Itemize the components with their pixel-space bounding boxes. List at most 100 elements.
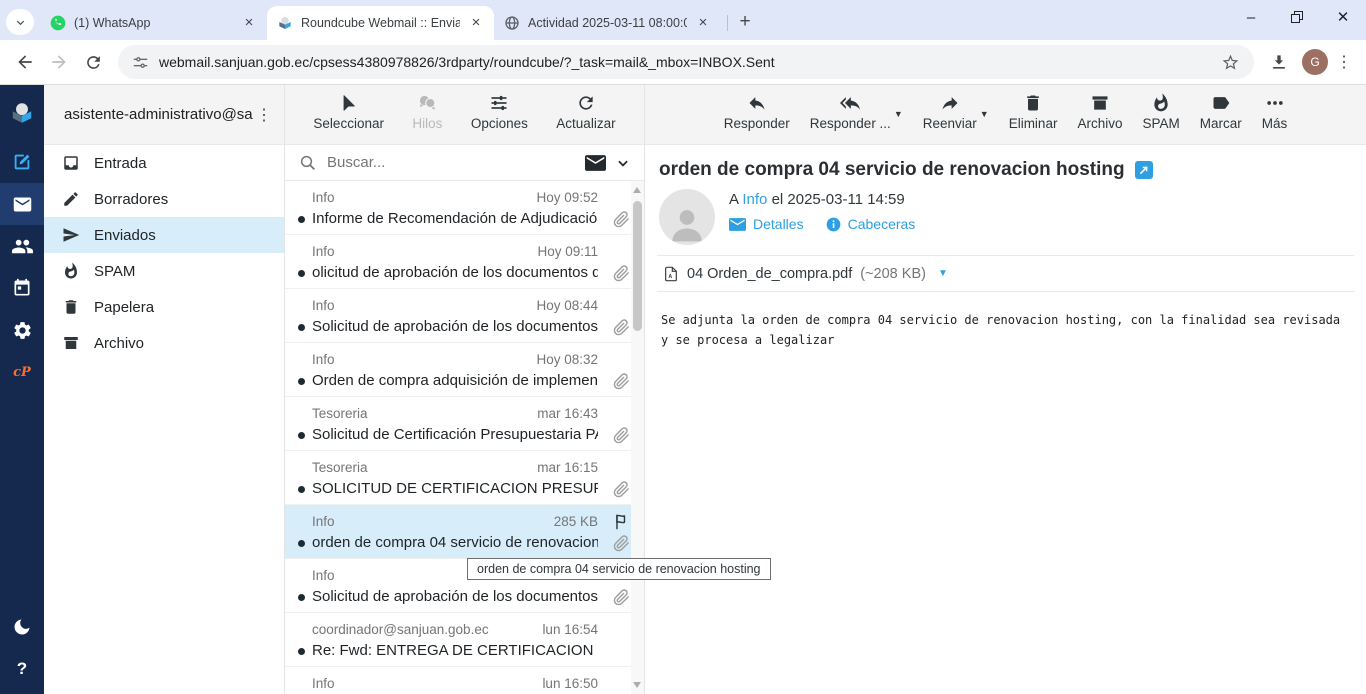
message-row[interactable]: Info Hoy 09:11 olicitud de aprobación de…	[285, 235, 644, 289]
archive-icon	[1092, 96, 1108, 110]
select-button[interactable]: Seleccionar	[313, 93, 384, 131]
details-toggle[interactable]: Detalles	[729, 216, 804, 232]
profile-avatar[interactable]: G	[1302, 49, 1328, 75]
browser-tab-actividad[interactable]: Actividad 2025-03-11 08:00:00 ×	[494, 6, 728, 40]
reply-icon	[749, 97, 765, 110]
tab-close-icon[interactable]: ×	[695, 15, 711, 31]
browser-tab-roundcube[interactable]: Roundcube Webmail :: Enviados ×	[267, 6, 494, 40]
fire-icon	[1154, 93, 1168, 112]
message-row[interactable]: Info 285 KB orden de compra 04 servicio …	[285, 505, 644, 559]
restore-button[interactable]	[1274, 0, 1320, 34]
archive-icon	[64, 337, 78, 349]
recipient-link[interactable]: Info	[742, 191, 767, 208]
tab-close-icon[interactable]: ×	[241, 15, 257, 31]
roundcube-logo	[0, 85, 44, 141]
message-date: lun 16:54	[542, 622, 598, 637]
downloads-button[interactable]	[1262, 45, 1296, 79]
browser-tabstrip: (1) WhatsApp × Roundcube Webmail :: Envi…	[0, 0, 1366, 40]
message-row[interactable]: Tesoreria mar 16:43 Solicitud de Certifi…	[285, 397, 644, 451]
message-row[interactable]: coordinador@sanjuan.gob.ec lun 16:54 Re:…	[285, 613, 644, 667]
options-button[interactable]: Opciones	[471, 93, 528, 131]
rail-item-settings[interactable]	[0, 309, 44, 351]
archive-button[interactable]: Archivo	[1077, 93, 1122, 131]
mark-button[interactable]: Marcar	[1200, 93, 1242, 131]
pdf-file-icon: A	[665, 266, 677, 281]
envelope-icon	[729, 217, 746, 231]
forward-dropdown-icon[interactable]: ▼	[980, 109, 989, 119]
folder-item-spam[interactable]: SPAM	[44, 253, 284, 289]
flag-icon[interactable]	[613, 512, 632, 531]
refresh-icon	[579, 96, 593, 110]
delete-button[interactable]: Eliminar	[1009, 93, 1057, 131]
reply-all-dropdown-icon[interactable]: ▼	[894, 109, 903, 119]
scrollbar-thumb[interactable]	[633, 201, 642, 331]
threads-button[interactable]: Hilos	[412, 93, 442, 131]
app-rail: cP ?	[0, 85, 44, 694]
reload-button[interactable]	[76, 45, 110, 79]
calendar-icon	[14, 278, 30, 296]
attachment-icon	[613, 427, 629, 444]
message-row[interactable]: Info lun 16:50	[285, 667, 644, 694]
dark-mode-toggle[interactable]	[0, 606, 44, 648]
open-in-new-window-button[interactable]	[1134, 161, 1153, 179]
new-tab-button[interactable]: +	[731, 8, 759, 36]
folder-item-enviados[interactable]: Enviados	[44, 217, 284, 253]
refresh-button[interactable]: Actualizar	[556, 93, 616, 131]
minimize-button[interactable]: –	[1228, 0, 1274, 34]
spam-button[interactable]: SPAM	[1142, 93, 1180, 131]
message-sender: coordinador@sanjuan.gob.ec	[312, 622, 489, 637]
search-input[interactable]	[327, 154, 575, 171]
rail-item-contacts[interactable]	[0, 225, 44, 267]
pencil-icon	[64, 192, 78, 206]
rail-item-calendar[interactable]	[0, 267, 44, 309]
reply-all-button[interactable]: Responder ...	[810, 93, 891, 131]
message-row[interactable]: Info Hoy 09:52 Informe de Recomendación …	[285, 181, 644, 235]
message-row[interactable]: Tesoreria mar 16:15 SOLICITUD DE CERTIFI…	[285, 451, 644, 505]
message-subject: olicitud de aprobación de los documentos…	[312, 264, 598, 281]
bookmark-star-icon[interactable]	[1221, 53, 1240, 72]
help-button[interactable]: ?	[0, 648, 44, 690]
attachment-dropdown-icon[interactable]: ▼	[938, 268, 948, 279]
select-label: Seleccionar	[313, 116, 384, 131]
attachment-icon	[613, 589, 629, 606]
scroll-up-icon[interactable]	[633, 187, 641, 193]
tab-search-button[interactable]	[6, 9, 34, 35]
inbox-icon	[64, 156, 78, 170]
scroll-down-icon[interactable]	[633, 682, 641, 688]
forward-button[interactable]: Reenviar	[923, 93, 977, 131]
back-button[interactable]	[8, 45, 42, 79]
folder-item-papelera[interactable]: Papelera	[44, 289, 284, 325]
attachment-bar[interactable]: A 04 Orden_de_compra.pdf (~208 KB) ▼	[657, 255, 1354, 292]
compose-button[interactable]	[0, 141, 44, 183]
folder-label: Papelera	[94, 298, 155, 316]
browser-tab-whatsapp[interactable]: (1) WhatsApp ×	[40, 6, 274, 40]
list-scrollbar[interactable]	[631, 181, 644, 694]
folder-item-entrada[interactable]: Entrada	[44, 145, 284, 181]
message-date: Hoy 09:52	[536, 190, 598, 205]
account-menu-button[interactable]: ⋮	[254, 105, 274, 125]
headers-toggle[interactable]: Cabeceras	[826, 216, 915, 232]
reply-button[interactable]: Responder	[724, 93, 790, 131]
message-row[interactable]: Info Hoy 08:32 Orden de compra adquisici…	[285, 343, 644, 397]
folders-column: asistente-administrativo@sa... ⋮ Entrada…	[44, 85, 285, 694]
search-options-chevron-icon[interactable]	[616, 156, 630, 170]
tab-close-icon[interactable]: ×	[468, 15, 484, 31]
search-scope-mail-icon[interactable]	[585, 154, 606, 171]
message-sender: Info	[312, 244, 335, 259]
rail-item-cpanel[interactable]: cP	[0, 351, 44, 393]
more-button[interactable]: Más	[1262, 93, 1287, 131]
address-bar[interactable]: webmail.sanjuan.gob.ec/cpsess4380978826/…	[118, 45, 1254, 79]
archive-label: Archivo	[1077, 116, 1123, 131]
contacts-icon	[11, 239, 33, 253]
rail-item-mail[interactable]	[0, 183, 44, 225]
attachment-name[interactable]: 04 Orden_de_compra.pdf	[687, 266, 852, 282]
message-row[interactable]: Info Hoy 08:44 Solicitud de aprobación d…	[285, 289, 644, 343]
subject-tooltip: orden de compra 04 servicio de renovacio…	[467, 558, 771, 580]
options-label: Opciones	[470, 116, 528, 131]
browser-menu-button[interactable]: ⋮	[1334, 52, 1354, 72]
close-button[interactable]: ✕	[1320, 0, 1366, 34]
folder-item-borradores[interactable]: Borradores	[44, 181, 284, 217]
forward-button[interactable]	[42, 45, 76, 79]
whatsapp-icon	[50, 15, 66, 31]
folder-item-archivo[interactable]: Archivo	[44, 325, 284, 361]
